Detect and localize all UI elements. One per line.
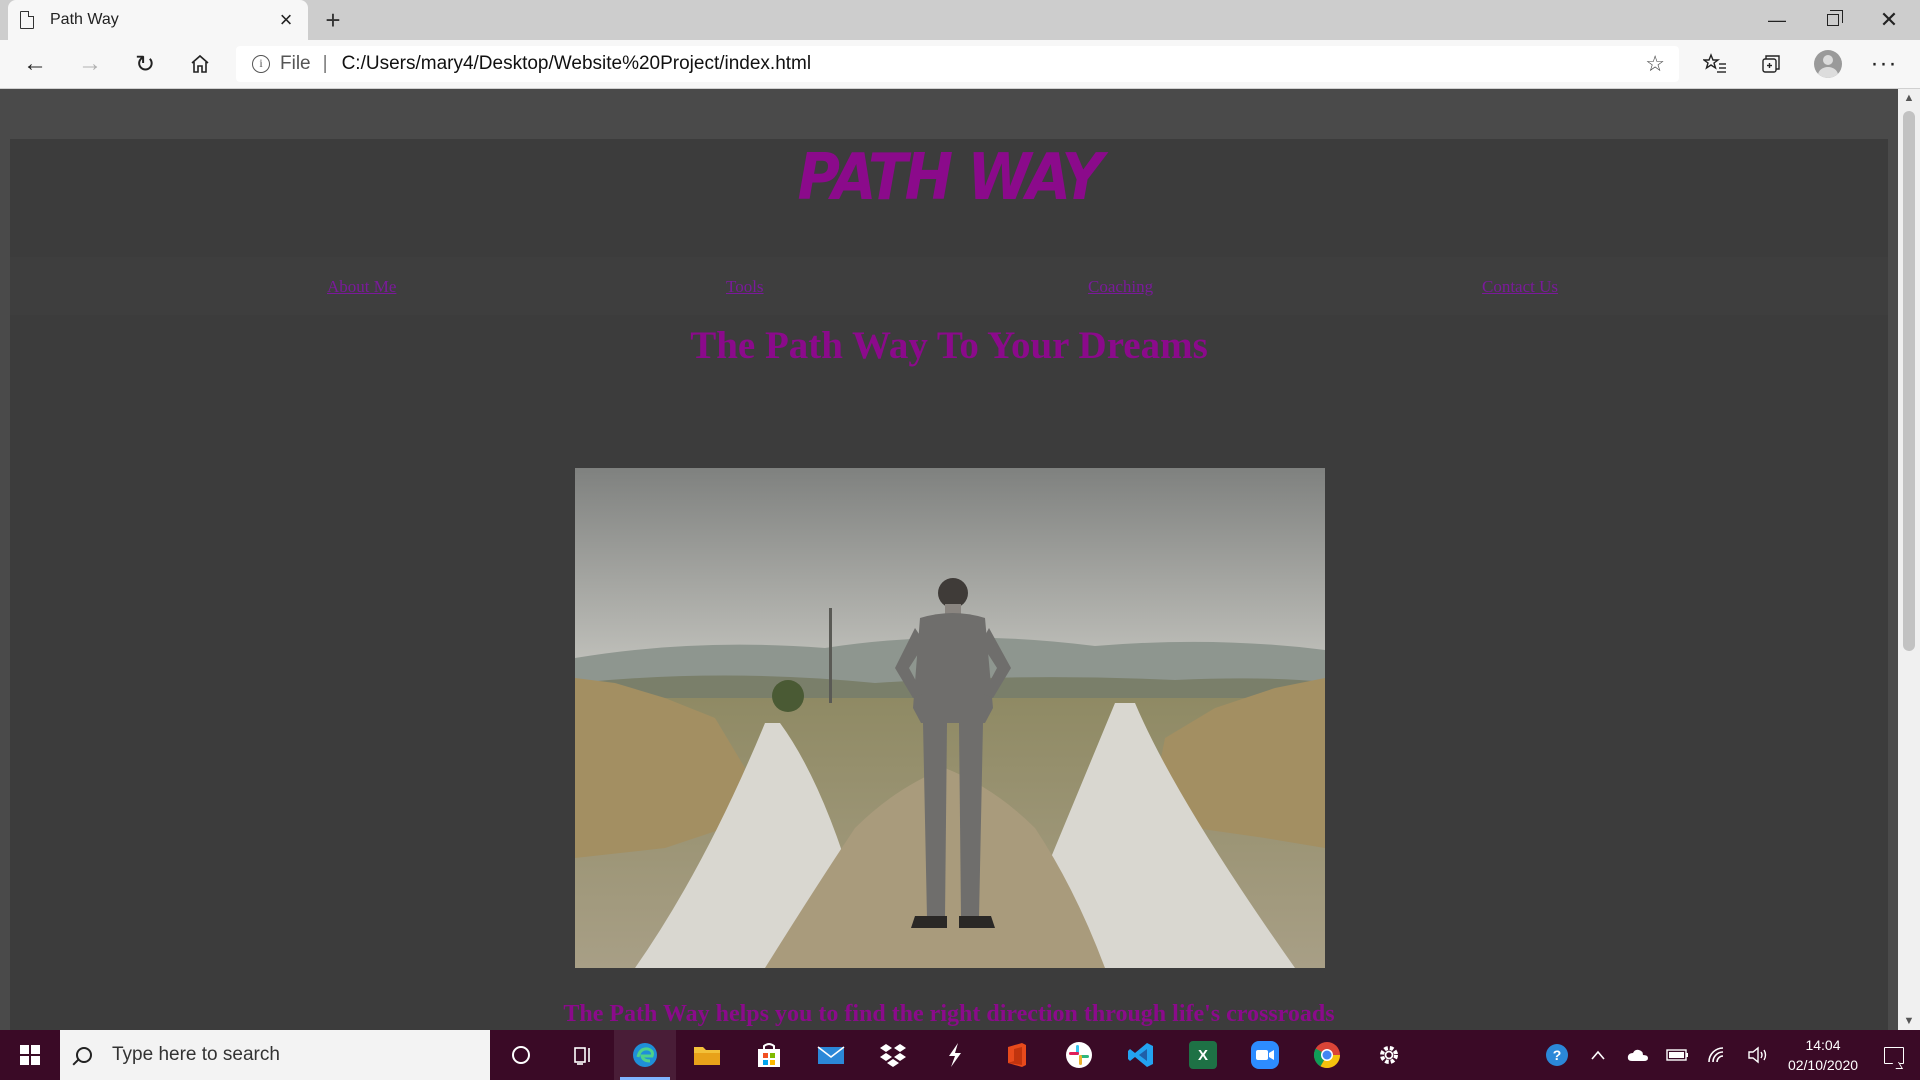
cortana-icon[interactable] [490, 1030, 552, 1080]
chrome-icon[interactable] [1296, 1030, 1358, 1080]
forward-arrow-icon[interactable]: → [70, 46, 110, 82]
favorite-star-icon[interactable]: ☆ [1645, 51, 1665, 77]
taskbar-search-box[interactable]: Type here to search [60, 1030, 490, 1080]
refresh-icon[interactable]: ↻ [125, 46, 165, 82]
battery-icon[interactable] [1658, 1030, 1698, 1080]
onedrive-cloud-icon[interactable] [1618, 1030, 1658, 1080]
profile-avatar[interactable] [1808, 46, 1848, 82]
browser-tab[interactable]: Path Way × [8, 0, 308, 40]
windows-taskbar: Type here to search X ? 14:04 02/10/2020 [0, 1030, 1920, 1080]
browser-titlebar: Path Way × + — ✕ [0, 0, 1920, 40]
clock-time: 14:04 [1805, 1037, 1841, 1053]
office-icon[interactable] [986, 1030, 1048, 1080]
slack-icon[interactable] [1048, 1030, 1110, 1080]
close-tab-icon[interactable]: × [276, 9, 296, 31]
page-container: PATH WAY About Me Tools Coaching Contact… [10, 139, 1888, 1030]
browser-toolbar: ← → ↻ i File | C:/Users/mary4/Desktop/We… [0, 40, 1920, 89]
search-placeholder: Type here to search [112, 1044, 280, 1065]
nav-link-about[interactable]: About Me [327, 277, 396, 297]
system-clock[interactable]: 14:04 02/10/2020 [1778, 1035, 1868, 1075]
scroll-down-arrow-icon[interactable]: ▼ [1898, 1012, 1920, 1030]
hero-image [575, 468, 1325, 968]
more-options-icon[interactable]: ··· [1864, 46, 1904, 82]
excel-icon[interactable]: X [1172, 1030, 1234, 1080]
app-lightning-icon[interactable] [924, 1030, 986, 1080]
scroll-thumb[interactable] [1903, 111, 1915, 651]
dropbox-icon[interactable] [862, 1030, 924, 1080]
svg-text:?: ? [1553, 1047, 1562, 1063]
page-headline: The Path Way To Your Dreams [690, 324, 1208, 367]
page-scrollbar[interactable]: ▲ ▼ [1898, 89, 1920, 1030]
minimize-button[interactable]: — [1749, 0, 1805, 40]
help-icon[interactable]: ? [1538, 1030, 1578, 1080]
site-nav: About Me Tools Coaching Contact Us [10, 257, 1888, 315]
task-view-icon[interactable] [552, 1030, 614, 1080]
address-bar[interactable]: i File | C:/Users/mary4/Desktop/Website%… [236, 46, 1679, 82]
new-tab-button[interactable]: + [318, 5, 348, 35]
url-separator: | [322, 53, 328, 74]
home-icon[interactable] [180, 46, 220, 82]
edge-browser-icon[interactable] [614, 1030, 676, 1080]
wifi-icon[interactable] [1698, 1030, 1738, 1080]
vscode-icon[interactable] [1110, 1030, 1172, 1080]
system-tray: ? 14:04 02/10/2020 [1538, 1030, 1920, 1080]
file-explorer-icon[interactable] [676, 1030, 738, 1080]
url-scheme: File [280, 53, 311, 74]
scroll-up-arrow-icon[interactable]: ▲ [1898, 89, 1920, 107]
notification-center-icon[interactable] [1868, 1030, 1920, 1080]
page-icon [20, 11, 34, 29]
url-text[interactable]: C:/Users/mary4/Desktop/Website%20Project… [342, 53, 1646, 75]
intro-text: The Path Way helps you to find the right… [563, 1001, 1335, 1027]
windows-start-icon[interactable] [0, 1030, 60, 1080]
tab-title: Path Way [50, 11, 119, 28]
mail-icon[interactable] [800, 1030, 862, 1080]
zoom-icon[interactable] [1234, 1030, 1296, 1080]
favorites-icon[interactable] [1695, 46, 1735, 82]
search-icon [76, 1047, 92, 1063]
nav-link-tools[interactable]: Tools [726, 277, 764, 297]
site-logo[interactable]: PATH WAY [10, 140, 1888, 215]
store-icon[interactable] [738, 1030, 800, 1080]
info-icon[interactable]: i [252, 55, 270, 73]
page-viewport: PATH WAY About Me Tools Coaching Contact… [0, 89, 1898, 1030]
clock-date: 02/10/2020 [1787, 1057, 1859, 1073]
nav-link-coaching[interactable]: Coaching [1088, 277, 1153, 297]
close-window-button[interactable]: ✕ [1861, 0, 1917, 40]
collections-icon[interactable] [1751, 46, 1791, 82]
volume-icon[interactable] [1738, 1030, 1778, 1080]
settings-gear-icon[interactable] [1358, 1030, 1420, 1080]
back-arrow-icon[interactable]: ← [15, 46, 55, 82]
nav-link-contact[interactable]: Contact Us [1482, 277, 1558, 297]
chevron-up-icon[interactable] [1578, 1030, 1618, 1080]
restore-button[interactable] [1805, 0, 1861, 40]
